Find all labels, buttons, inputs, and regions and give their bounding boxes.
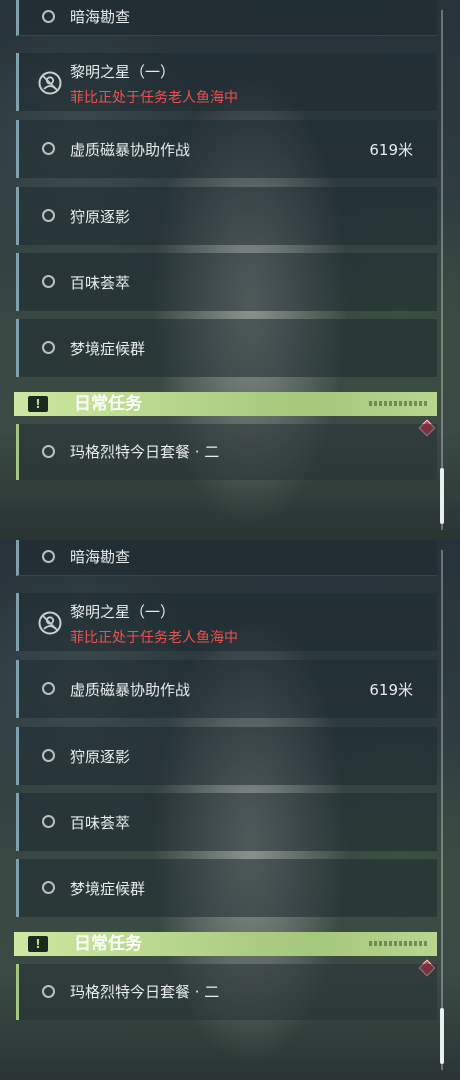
quest-title: 梦境症候群 [70,340,146,358]
quest-item-dream-syndrome[interactable]: 梦境症候群 [16,859,437,917]
scrollbar-track[interactable] [441,10,443,530]
quest-title: 黎明之星（一） [70,603,176,621]
quest-status-text: 菲比正处于任务老人鱼海中 [70,90,238,106]
quest-title: 黎明之星（一） [70,63,176,81]
quest-distance: 619米 [369,681,413,699]
quest-title: 暗海勘查 [70,548,131,566]
quest-title: 狩原逐影 [70,208,131,226]
exclamation-icon: ! [28,396,48,412]
circle-icon [42,142,55,155]
quest-title: 暗海勘查 [70,8,131,26]
quest-item-hunt-shadow[interactable]: 狩原逐影 [16,187,437,245]
quest-item-dawn-star[interactable]: 黎明之星（一） 菲比正处于任务老人鱼海中 [16,593,437,651]
quest-item-ahai-kancha[interactable]: 暗海勘查 [16,0,437,36]
quest-panel-bottom: 暗海勘查 黎明之星（一） 菲比正处于任务老人鱼海中 虚质磁暴协助作战 619米 … [0,540,460,1080]
quest-title: 玛格烈特今日套餐 · 二 [70,443,220,461]
circle-icon [42,881,55,894]
circle-icon [42,682,55,695]
quest-title: 百味荟萃 [70,274,131,292]
circle-icon [42,10,55,23]
tracked-quest-icon [38,71,62,95]
daily-quest-item[interactable]: 玛格烈特今日套餐 · 二 [16,424,437,480]
tracked-quest-icon [38,611,62,635]
circle-icon [42,985,55,998]
quest-item-dawn-star[interactable]: 黎明之星（一） 菲比正处于任务老人鱼海中 [16,53,437,111]
section-label: 日常任务 [74,934,142,954]
daily-quests-header: ! 日常任务 [14,932,437,956]
circle-icon [42,445,55,458]
quest-item-ahai-kancha[interactable]: 暗海勘查 [16,540,437,576]
circle-icon [42,815,55,828]
quest-status-text: 菲比正处于任务老人鱼海中 [70,630,238,646]
quest-item-storm-assist[interactable]: 虚质磁暴协助作战 619米 [16,660,437,718]
quest-title: 虚质磁暴协助作战 [70,141,191,159]
circle-icon [42,275,55,288]
quest-item-hundred-flavors[interactable]: 百味荟萃 [16,253,437,311]
quest-panel-top: 暗海勘查 黎明之星（一） 菲比正处于任务老人鱼海中 虚质磁暴协助作战 619米 … [0,0,460,540]
quest-item-dream-syndrome[interactable]: 梦境症候群 [16,319,437,377]
scrollbar-thumb[interactable] [440,1008,444,1064]
quest-item-storm-assist[interactable]: 虚质磁暴协助作战 619米 [16,120,437,178]
quest-title: 百味荟萃 [70,814,131,832]
daily-quest-item[interactable]: 玛格烈特今日套餐 · 二 [16,964,437,1020]
quest-distance: 619米 [369,141,413,159]
quest-title: 梦境症候群 [70,880,146,898]
exclamation-icon: ! [28,936,48,952]
scrollbar-thumb[interactable] [440,468,444,524]
quest-item-hunt-shadow[interactable]: 狩原逐影 [16,727,437,785]
header-decoration [369,941,429,946]
scrollbar-track[interactable] [441,550,443,1070]
section-label: 日常任务 [74,394,142,414]
quest-title: 狩原逐影 [70,748,131,766]
circle-icon [42,209,55,222]
circle-icon [42,341,55,354]
circle-icon [42,550,55,563]
quest-title: 虚质磁暴协助作战 [70,681,191,699]
circle-icon [42,749,55,762]
quest-item-hundred-flavors[interactable]: 百味荟萃 [16,793,437,851]
daily-quests-header: ! 日常任务 [14,392,437,416]
header-decoration [369,401,429,406]
quest-title: 玛格烈特今日套餐 · 二 [70,983,220,1001]
